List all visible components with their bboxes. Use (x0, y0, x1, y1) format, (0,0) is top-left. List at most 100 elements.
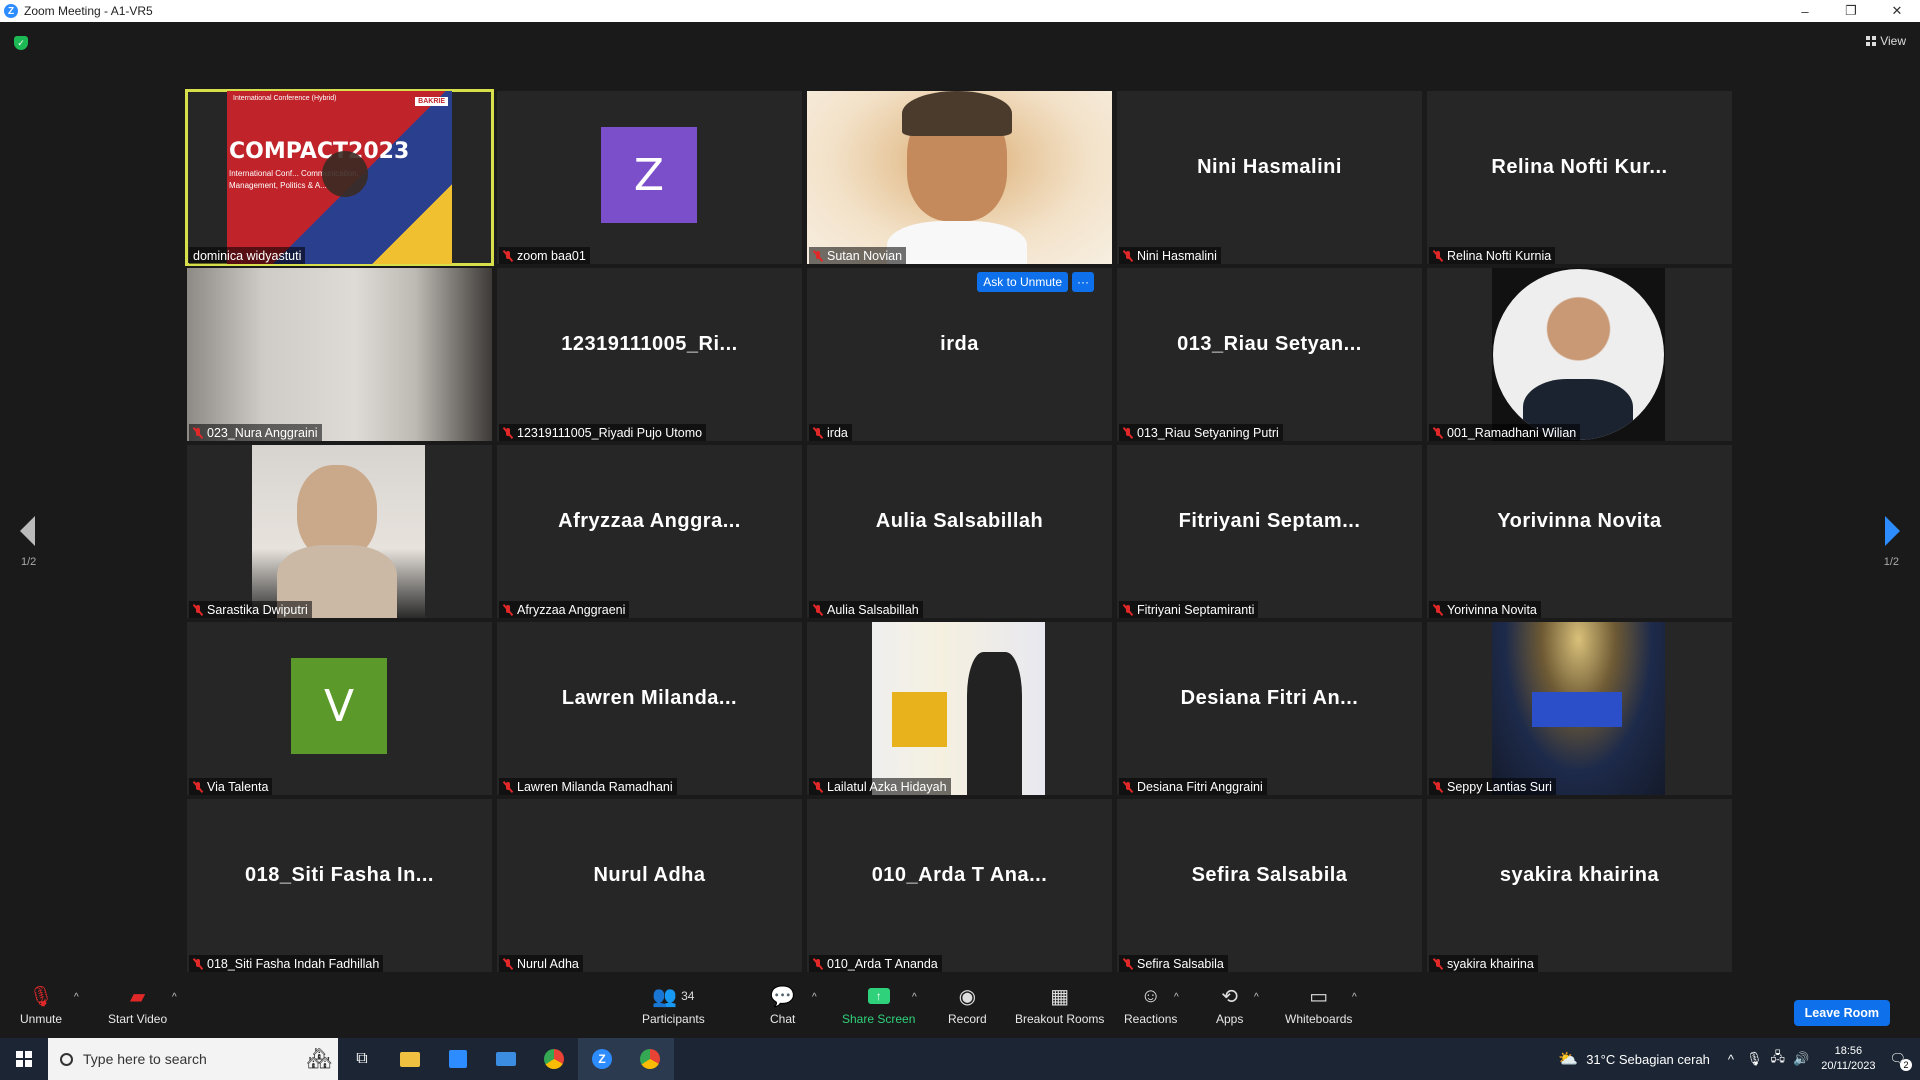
file-explorer-icon[interactable] (386, 1038, 434, 1080)
participant-name: Aulia Salsabillah (827, 602, 919, 617)
participant-name-label: syakira khairina (1429, 955, 1538, 972)
share-options-caret-icon[interactable]: ^ (912, 992, 917, 1003)
clock[interactable]: 18:56 20/11/2023 (1821, 1044, 1875, 1074)
clock-time: 18:56 (1834, 1045, 1863, 1057)
mic-muted-icon (1123, 781, 1133, 793)
participants-label: Participants (642, 1012, 705, 1026)
whiteboards-button[interactable]: ▭ Whiteboards (1285, 984, 1353, 1027)
participant-name-label: Yorivinna Novita (1429, 601, 1541, 618)
start-video-button[interactable]: ▰ Start Video (108, 984, 167, 1027)
participant-name: Sutan Novian (827, 248, 903, 263)
view-button[interactable]: View (1866, 34, 1906, 48)
weather-text[interactable]: 31°C Sebagian cerah (1586, 1052, 1710, 1067)
previous-page-arrow-icon[interactable] (20, 516, 35, 546)
leave-room-button[interactable]: Leave Room (1793, 1000, 1890, 1026)
task-view-icon[interactable]: ⧉ (338, 1038, 386, 1080)
participant-tile[interactable]: V Via Talenta (187, 622, 492, 795)
participant-tile[interactable]: 023_Nura Anggraini (187, 268, 492, 441)
participant-tile[interactable]: irda Ask to Unmute ··· irda (807, 268, 1112, 441)
participant-tile[interactable]: 018_Siti Fasha In... 018_Siti Fasha Indah… (187, 799, 492, 972)
participant-tile[interactable]: 001_Ramadhani Wilian (1427, 268, 1732, 441)
unmute-label: Unmute (20, 1012, 63, 1026)
participant-tile[interactable]: Desiana Fitri An... Desiana Fitri Anggrai… (1117, 622, 1422, 795)
participant-name-label: Sefira Salsabila (1119, 955, 1228, 972)
profile-circle (1493, 269, 1664, 440)
participant-name: Fitriyani Septamiranti (1137, 602, 1255, 617)
search-icon (60, 1052, 73, 1066)
chrome-icon[interactable] (530, 1038, 578, 1080)
record-button[interactable]: ◉ Record (948, 984, 987, 1027)
participant-tile[interactable]: Afryzzaa Anggra... Afryzzaa Anggraeni (497, 445, 802, 618)
reactions-caret-icon[interactable]: ^ (1174, 992, 1179, 1003)
audio-options-caret-icon[interactable]: ^ (74, 992, 79, 1003)
chat-label: Chat (770, 1012, 796, 1026)
ask-to-unmute-button[interactable]: Ask to Unmute (977, 272, 1068, 292)
minimize-button[interactable]: – (1782, 0, 1828, 22)
maximize-button[interactable]: ❐ (1828, 0, 1874, 22)
participant-tile[interactable]: 12319111005_Ri... 12319111005_Riyadi Pujo… (497, 268, 802, 441)
notifications-icon[interactable]: 🗨 2 (1889, 1051, 1912, 1071)
participant-name-label: Desiana Fitri Anggraini (1119, 778, 1267, 795)
participant-tile[interactable]: Yorivinna Novita Yorivinna Novita (1427, 445, 1732, 618)
mail-icon[interactable] (482, 1038, 530, 1080)
participant-display-name: Lawren Milanda... (561, 687, 738, 709)
participant-tile[interactable]: Fitriyani Septam... Fitriyani Septamirant… (1117, 445, 1422, 618)
participant-name: Afryzzaa Anggraeni (517, 602, 626, 617)
participant-name: Nini Hasmalini (1137, 248, 1217, 263)
participant-name: 12319111005_Riyadi Pujo Utomo (517, 425, 703, 440)
participant-tile[interactable]: Lawren Milanda... Lawren Milanda Ramadhan… (497, 622, 802, 795)
video-options-caret-icon[interactable]: ^ (172, 992, 177, 1003)
chrome-active-icon[interactable] (626, 1038, 674, 1080)
unmute-button[interactable]: 🎙 Unmute (20, 984, 63, 1027)
participant-tile[interactable]: Relina Nofti Kur... Relina Nofti Kurnia (1427, 91, 1732, 264)
participant-tile[interactable]: 010_Arda T Ana... 010_Arda T Ananda (807, 799, 1112, 972)
zoom-taskbar-icon[interactable]: Z (578, 1038, 626, 1080)
participant-tile[interactable]: Sutan Novian (807, 91, 1112, 264)
chat-options-caret-icon[interactable]: ^ (812, 992, 817, 1003)
chat-button[interactable]: 💬 Chat (770, 984, 796, 1027)
mic-muted-icon (813, 427, 823, 439)
close-button[interactable]: ✕ (1874, 0, 1920, 22)
participant-tile[interactable]: Lailatul Azka Hidayah (807, 622, 1112, 795)
slide-title: COMPACT2023 (229, 139, 410, 164)
notification-count-badge: 2 (1900, 1059, 1912, 1071)
apps-caret-icon[interactable]: ^ (1254, 992, 1259, 1003)
whiteboards-caret-icon[interactable]: ^ (1352, 992, 1357, 1003)
taskbar-search[interactable]: Type here to search 🏘 (48, 1038, 338, 1080)
network-icon[interactable]: 🖧 (1771, 1048, 1786, 1070)
participant-name: Lailatul Azka Hidayah (827, 779, 947, 794)
participant-tile[interactable]: 013_Riau Setyan... 013_Riau Setyaning Put… (1117, 268, 1422, 441)
apps-button[interactable]: ⟲ Apps (1216, 984, 1243, 1027)
system-tray: ⛅ 31°C Sebagian cerah ^ 🎙 🖧 🔊 18:56 20/1… (1558, 1038, 1920, 1080)
participant-tile[interactable]: syakira khairina syakira khairina (1427, 799, 1732, 972)
participant-tile[interactable]: Nini Hasmalini Nini Hasmalini (1117, 91, 1422, 264)
person-silhouette (967, 652, 1022, 795)
participant-tile[interactable]: Aulia Salsabillah Aulia Salsabillah (807, 445, 1112, 618)
mic-muted-icon (813, 958, 823, 970)
participant-tile[interactable]: International Conference (Hybrid) BAKRIE C… (185, 89, 494, 266)
microphone-tray-icon[interactable]: 🎙 (1746, 1051, 1763, 1067)
next-page-arrow-icon[interactable] (1885, 516, 1900, 546)
participant-tile[interactable]: Zzoom baa01 (497, 91, 802, 264)
security-shield-icon[interactable]: ✓ (14, 36, 28, 50)
participants-button[interactable]: 👥 34 Participants (642, 984, 705, 1027)
participant-tile[interactable]: Sefira Salsabila Sefira Salsabila (1117, 799, 1422, 972)
participant-tile[interactable]: Seppy Lantias Suri (1427, 622, 1732, 795)
start-button[interactable] (0, 1038, 48, 1080)
participant-display-name: Nurul Adha (593, 864, 706, 886)
breakout-rooms-button[interactable]: ▦ Breakout Rooms (1015, 984, 1104, 1027)
search-highlight-icon: 🏘 (306, 1048, 332, 1070)
participant-tile[interactable]: Sarastika Dwiputri (187, 445, 492, 618)
whiteboards-label: Whiteboards (1285, 1012, 1353, 1026)
participant-tile[interactable]: Nurul Adha Nurul Adha (497, 799, 802, 972)
microsoft-store-icon[interactable] (434, 1038, 482, 1080)
participant-name: 010_Arda T Ananda (827, 956, 938, 971)
show-hidden-icons-icon[interactable]: ^ (1728, 1052, 1734, 1067)
view-label: View (1880, 34, 1906, 48)
mic-muted-icon (813, 604, 823, 616)
more-options-button[interactable]: ··· (1072, 272, 1094, 292)
chat-icon: 💬 (770, 985, 796, 1008)
reactions-button[interactable]: ☺ Reactions (1124, 984, 1177, 1027)
share-screen-button[interactable]: ↑ Share Screen (842, 984, 915, 1026)
volume-icon[interactable]: 🔊 (1793, 1051, 1809, 1067)
